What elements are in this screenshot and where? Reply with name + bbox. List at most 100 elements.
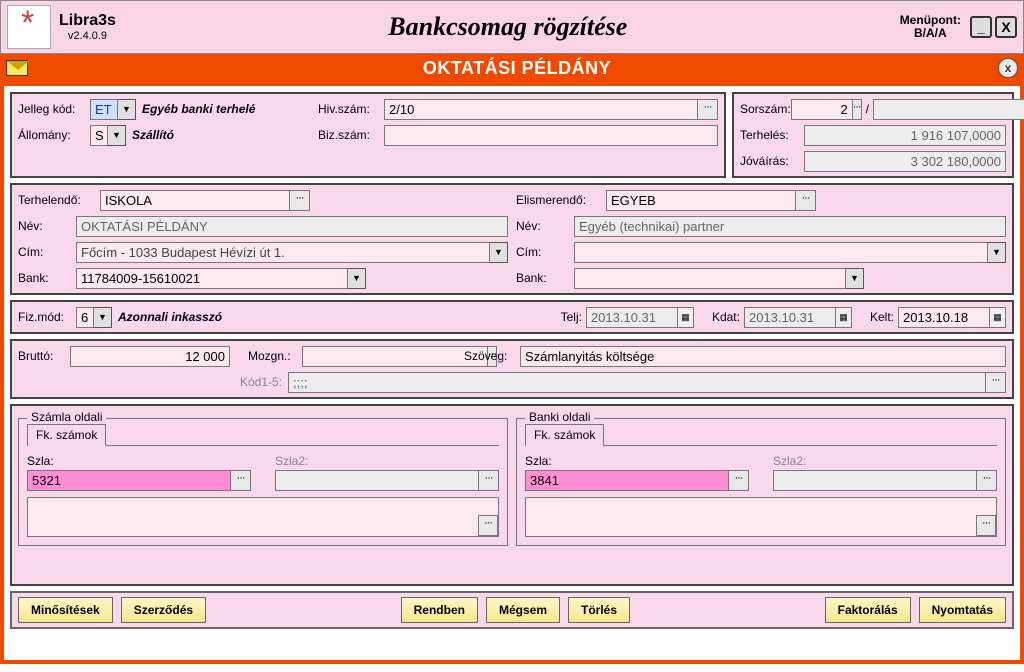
kelt-calendar-button[interactable]: ▦	[990, 307, 1006, 328]
jelleg-desc: Egyéb banki terhelé	[142, 102, 318, 116]
debit-nev-value	[76, 216, 508, 237]
telj-label: Telj:	[561, 310, 582, 324]
fizmod-desc: Azonnali inkasszó	[118, 310, 561, 324]
credit-bank-input[interactable]	[574, 268, 846, 289]
debit-cim-label: Cím:	[18, 245, 76, 259]
credit-cim-dropdown-icon[interactable]: ▼	[988, 242, 1006, 263]
banki-szla2-label: Szla2:	[773, 454, 997, 468]
jelleg-dropdown-icon[interactable]: ▼	[118, 99, 136, 120]
debit-column: Terhelendő: ··· Név: Cím: ▼	[18, 189, 508, 289]
mozgn-input[interactable]	[302, 346, 488, 367]
szamla-legend: Számla oldali	[27, 410, 106, 424]
kod15-input[interactable]	[288, 372, 986, 393]
debit-cim-dropdown-icon[interactable]: ▼	[490, 242, 508, 263]
terhelendo-input[interactable]	[100, 190, 290, 211]
szerzodes-button[interactable]: Szerződés	[121, 597, 206, 623]
megsem-button[interactable]: Mégsem	[486, 597, 560, 623]
szamla-szla-input[interactable]	[27, 470, 231, 491]
szoveg-label: Szöveg:	[464, 349, 520, 363]
kod15-lookup-button[interactable]: ···	[986, 372, 1006, 393]
fizmod-code-input[interactable]	[76, 307, 94, 328]
debit-bank-dropdown-icon[interactable]: ▼	[348, 268, 366, 289]
terheles-label: Terhelés:	[740, 128, 804, 142]
bizszam-input[interactable]	[384, 125, 718, 146]
credit-cim-value[interactable]	[574, 242, 988, 263]
elismerendo-lookup-button[interactable]: ···	[796, 190, 816, 211]
torles-button[interactable]: Törlés	[568, 597, 630, 623]
kdat-value	[744, 307, 836, 328]
allomany-code-input[interactable]	[90, 125, 108, 146]
terheles-value	[804, 125, 1006, 146]
szamla-szla-label: Szla:	[27, 454, 251, 468]
credit-nev-value	[574, 216, 1006, 237]
sorszam-sep: /	[866, 102, 869, 116]
minimize-button[interactable]: _	[970, 16, 992, 38]
kdat-calendar-button[interactable]: ▦	[836, 307, 852, 328]
banki-szla2-input	[773, 470, 977, 491]
faktoralas-button[interactable]: Faktorálás	[825, 597, 911, 623]
banki-szla-label: Szla:	[525, 454, 749, 468]
elismerendo-input[interactable]	[606, 190, 796, 211]
szamla-szla2-lookup-button[interactable]: ···	[479, 470, 499, 491]
minositesek-button[interactable]: Minősítések	[18, 597, 113, 623]
mozgn-label: Mozgn.:	[248, 349, 302, 363]
menupont-code: B/A/A	[900, 27, 961, 40]
telj-calendar-button[interactable]: ▦	[678, 307, 694, 328]
debit-nev-label: Név:	[18, 219, 76, 233]
banki-slot[interactable]: ···	[525, 497, 997, 537]
sorszam-lookup-button[interactable]: ···	[853, 99, 862, 120]
szamla-szla2-input	[275, 470, 479, 491]
debit-cim-value[interactable]	[76, 242, 490, 263]
app-info: Libra3s v2.4.0.9	[59, 12, 116, 42]
banki-legend: Banki oldali	[525, 410, 594, 424]
menupont: Menüpont: B/A/A	[900, 14, 961, 40]
payment-panel: Fiz.mód: ▼ Azonnali inkasszó Telj: ▦ Kda…	[10, 300, 1014, 334]
sorszam-label: Sorszám:	[740, 102, 791, 116]
brutto-input[interactable]	[70, 346, 230, 367]
allomany-dropdown-icon[interactable]: ▼	[108, 125, 126, 146]
kelt-input[interactable]	[898, 307, 990, 328]
szamla-slot-lookup-button[interactable]: ···	[478, 515, 498, 536]
summary-panel: Sorszám: ··· / Terhelés: Jóváírás:	[732, 92, 1014, 178]
jovairas-value	[804, 151, 1006, 172]
banki-szla-input[interactable]	[525, 470, 729, 491]
telj-value	[586, 307, 678, 328]
debit-bank-label: Bank:	[18, 271, 76, 285]
banki-szla2-lookup-button[interactable]: ···	[977, 470, 997, 491]
terhelendo-label: Terhelendő:	[18, 193, 100, 207]
banner-bar: OKTATÁSI PÉLDÁNY x	[0, 54, 1024, 82]
jelleg-code-input[interactable]	[90, 99, 118, 120]
banner-close-button[interactable]: x	[998, 58, 1018, 78]
close-button[interactable]: X	[995, 16, 1017, 38]
app-name: Libra3s	[59, 12, 116, 30]
mail-icon[interactable]	[6, 60, 28, 76]
debit-bank-input[interactable]	[76, 268, 348, 289]
credit-bank-label: Bank:	[516, 271, 574, 285]
fizmod-dropdown-icon[interactable]: ▼	[94, 307, 112, 328]
elismerendo-label: Elismerendő:	[516, 193, 606, 207]
rendben-button[interactable]: Rendben	[401, 597, 478, 623]
szamla-szla-lookup-button[interactable]: ···	[231, 470, 251, 491]
fizmod-label: Fiz.mód:	[18, 310, 76, 324]
szamla-slot[interactable]: ···	[27, 497, 499, 537]
hivszam-lookup-button[interactable]: ···	[698, 99, 718, 120]
credit-bank-dropdown-icon[interactable]: ▼	[846, 268, 864, 289]
nyomtatas-button[interactable]: Nyomtatás	[919, 597, 1006, 623]
banki-slot-lookup-button[interactable]: ···	[976, 515, 996, 536]
titlebar: Libra3s v2.4.0.9 Bankcsomag rögzítése Me…	[0, 0, 1024, 54]
banki-tab[interactable]: Fk. számok	[525, 424, 604, 447]
credit-nev-label: Név:	[516, 219, 574, 233]
hivszam-input[interactable]	[384, 99, 698, 120]
parties-panel: Terhelendő: ··· Név: Cím: ▼	[10, 183, 1014, 295]
szamla-tab[interactable]: Fk. számok	[27, 424, 106, 447]
banki-fieldset: Banki oldali Fk. számok Szla: ··· Szla2:	[516, 418, 1006, 546]
sorszam-input[interactable]	[791, 99, 853, 120]
terhelendo-lookup-button[interactable]: ···	[290, 190, 310, 211]
banki-szla-lookup-button[interactable]: ···	[729, 470, 749, 491]
allomany-label: Állomány:	[18, 128, 90, 142]
jovairas-label: Jóváírás:	[740, 154, 804, 168]
szoveg-input[interactable]	[520, 346, 1006, 367]
hivszam-label: Hiv.szám:	[318, 102, 384, 116]
main-form: Jelleg kód: ▼ Egyéb banki terhelé Hiv.sz…	[0, 82, 1024, 664]
detail-panel: Bruttó: Mozgn.: ··· Szöveg: Kód1-5: ···	[10, 339, 1014, 399]
